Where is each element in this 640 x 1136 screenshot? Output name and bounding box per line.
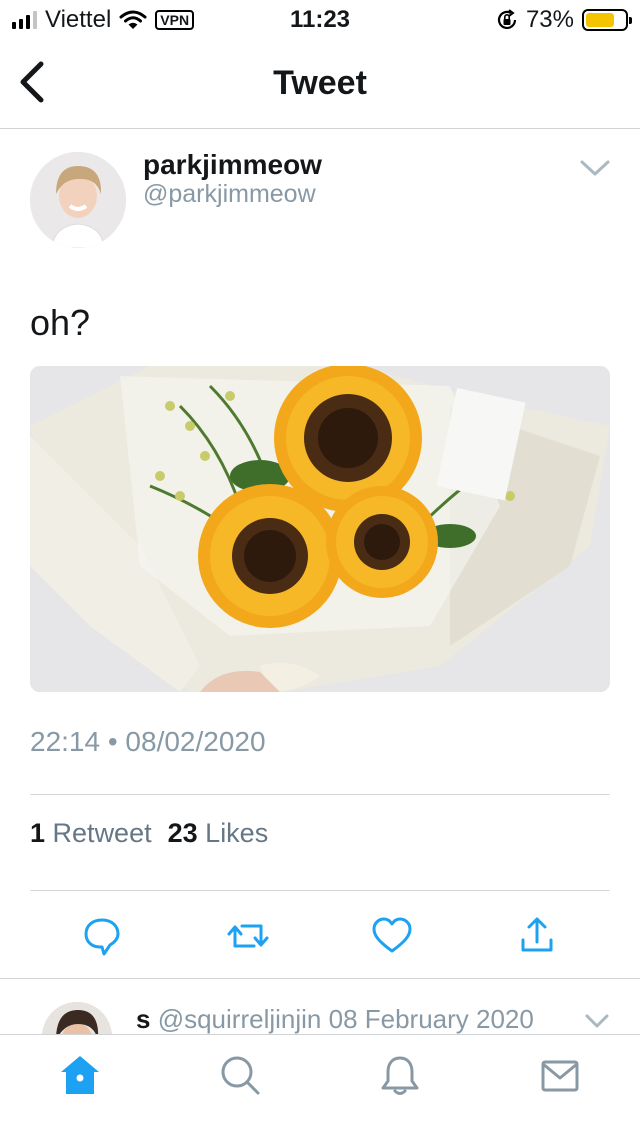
divider: [30, 890, 610, 891]
tweet-timestamp: 22:14 • 08/02/2020: [30, 726, 266, 757]
divider: [30, 794, 610, 795]
avatar[interactable]: [30, 152, 126, 248]
messages-icon[interactable]: [538, 1053, 582, 1097]
retweet-count: 1: [30, 818, 46, 848]
tweet-image[interactable]: [30, 366, 610, 692]
reply-date: 08 February 2020: [328, 1004, 534, 1034]
home-icon[interactable]: [58, 1053, 102, 1097]
chevron-down-icon[interactable]: [578, 154, 612, 182]
tab-bar: [0, 1034, 640, 1136]
battery-icon: [582, 9, 632, 31]
nav-bar: Tweet: [0, 40, 640, 129]
page-title: Tweet: [273, 64, 367, 102]
retweet-stat[interactable]: 1 Retweet: [30, 818, 152, 849]
reply-name: s: [136, 1004, 151, 1034]
share-icon[interactable]: [515, 914, 559, 958]
reply-icon[interactable]: [80, 914, 124, 958]
tweet-actions: [0, 914, 640, 958]
battery-percent: 73%: [525, 6, 574, 33]
divider: [0, 978, 640, 979]
likes-label: Likes: [205, 818, 269, 848]
user-handle[interactable]: @parkjimmeow: [143, 180, 316, 209]
search-icon[interactable]: [218, 1053, 262, 1097]
like-count: 23: [167, 818, 198, 848]
tweet-text: oh?: [30, 302, 91, 343]
reply-handle: @squirreljinjin: [157, 1004, 322, 1034]
notifications-icon[interactable]: [378, 1053, 422, 1097]
like-icon[interactable]: [370, 914, 414, 958]
retweet-icon[interactable]: [226, 914, 270, 958]
status-bar: Viettel VPN 11:23 73%: [0, 0, 640, 40]
chevron-down-icon[interactable]: [584, 1010, 610, 1032]
likes-stat[interactable]: 23 Likes: [168, 818, 269, 849]
sunflower-bouquet-image: [30, 366, 610, 692]
display-name[interactable]: parkjimmeow: [143, 148, 322, 182]
tweet-stats: 1 Retweet 23 Likes: [30, 818, 268, 849]
retweet-label: Retweet: [52, 818, 152, 848]
status-right: 73%: [496, 6, 632, 34]
reply-header[interactable]: s @squirreljinjin 08 February 2020: [136, 1004, 534, 1035]
orientation-lock-icon: [497, 9, 517, 29]
avatar-photo: [30, 152, 126, 248]
